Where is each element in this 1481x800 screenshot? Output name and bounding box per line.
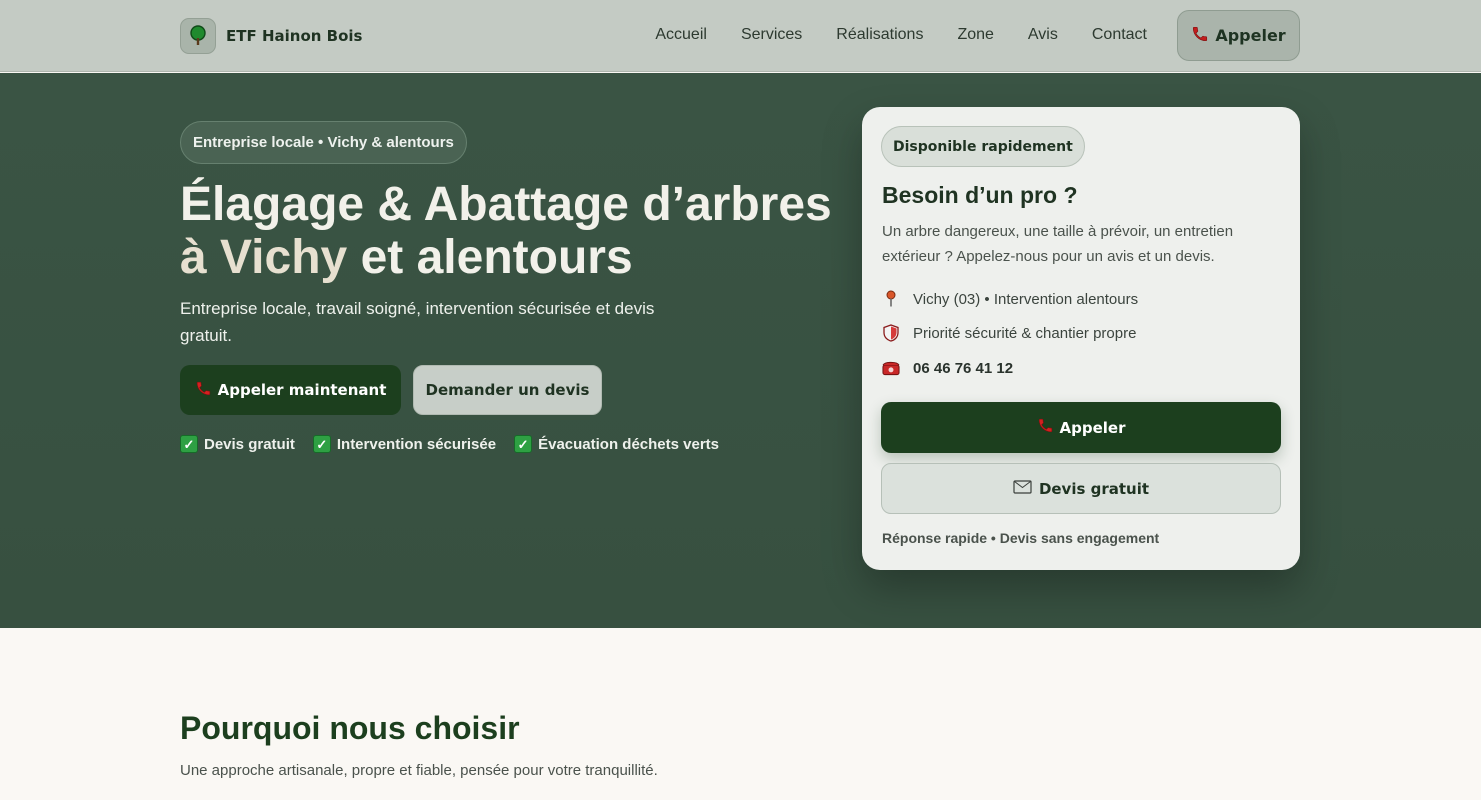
card-quote-label: Devis gratuit	[1038, 479, 1150, 498]
pin-icon	[882, 290, 900, 308]
card-call-label: Appeler	[1059, 418, 1126, 437]
hero-subtitle: Entreprise locale, travail soigné, inter…	[180, 299, 655, 345]
telephone-icon	[882, 359, 900, 377]
hero-pill: Entreprise locale • Vichy & alentours	[180, 121, 467, 164]
safety-text: Priorité sécurité & chantier propre	[913, 324, 1137, 342]
card-note: Réponse rapide • Devis sans engagement	[882, 530, 1160, 546]
phone-number: 06 46 76 41 12	[913, 359, 1014, 377]
check-item: ✓ Évacuation déchets verts	[514, 435, 719, 453]
check-icon: ✓	[514, 435, 533, 453]
section-title: Pourquoi nous choisir	[180, 710, 520, 746]
card-title: Besoin d’un pro ?	[882, 182, 1078, 208]
phone-icon	[195, 380, 212, 401]
contact-card: Disponible rapidement Besoin d’un pro ? …	[862, 107, 1300, 570]
nav-item-avis[interactable]: Avis	[1028, 26, 1058, 44]
nav-item-zone[interactable]: Zone	[957, 26, 993, 44]
nav-item-realisations[interactable]: Réalisations	[836, 26, 923, 44]
call-now-label: Appeler maintenant	[217, 381, 387, 399]
section-subtitle: Une approche artisanale, propre et fiabl…	[180, 762, 658, 779]
card-quote-button[interactable]: Devis gratuit	[881, 463, 1281, 514]
location-text: Vichy (03) • Intervention alentours	[913, 290, 1139, 308]
request-quote-button[interactable]: Demander un devis	[413, 365, 602, 415]
hero-checks: ✓ Devis gratuit ✓ Intervention sécurisée…	[180, 435, 719, 453]
check-label: Évacuation déchets verts	[538, 435, 720, 453]
check-icon: ✓	[180, 435, 198, 453]
check-icon: ✓	[312, 435, 331, 453]
hero-title-rest: et alentours	[347, 231, 633, 284]
check-label: Intervention sécurisée	[336, 435, 497, 453]
main-nav: Accueil Services Réalisations Zone Avis …	[655, 26, 1147, 44]
tree-icon	[180, 18, 216, 54]
nav-item-contact[interactable]: Contact	[1092, 26, 1147, 44]
shield-icon	[882, 324, 900, 342]
nav-item-accueil[interactable]: Accueil	[655, 26, 707, 44]
phone-info[interactable]: 06 46 76 41 12	[882, 359, 1013, 377]
check-item: ✓ Intervention sécurisée	[312, 435, 497, 453]
card-call-button[interactable]: Appeler	[881, 402, 1281, 453]
call-now-button[interactable]: Appeler maintenant	[180, 365, 401, 415]
card-description: Un arbre dangereux, une taille à prévoir…	[882, 223, 1234, 265]
hero-section: Entreprise locale • Vichy & alentours Él…	[0, 73, 1481, 628]
brand-name: ETF Hainon Bois	[226, 27, 363, 45]
availability-badge: Disponible rapidement	[881, 126, 1085, 167]
hero-title-line1: Élagage & Abattage d’arbres	[180, 178, 832, 231]
hero-title-accent: à Vichy	[180, 231, 348, 284]
header-call-button[interactable]: Appeler	[1177, 10, 1300, 61]
envelope-icon	[1013, 479, 1032, 498]
check-label: Devis gratuit	[204, 435, 295, 453]
location-info: Vichy (03) • Intervention alentours	[882, 290, 1138, 308]
phone-icon	[1191, 25, 1209, 47]
safety-info: Priorité sécurité & chantier propre	[882, 324, 1136, 342]
site-header: ETF Hainon Bois Accueil Services Réalisa…	[0, 0, 1481, 72]
header-call-label: Appeler	[1215, 26, 1286, 45]
hero-title: Élagage & Abattage d’arbres à Vichy et a…	[180, 178, 860, 284]
check-item: ✓ Devis gratuit	[180, 435, 295, 453]
phone-icon	[1037, 417, 1054, 438]
nav-item-services[interactable]: Services	[741, 26, 802, 44]
brand[interactable]: ETF Hainon Bois	[180, 18, 362, 54]
